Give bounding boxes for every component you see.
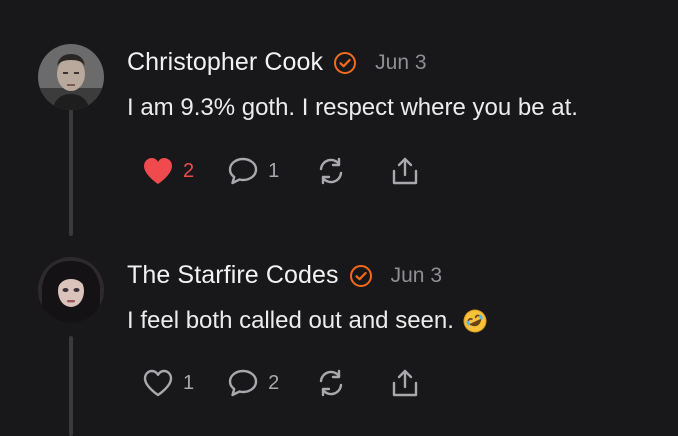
reply-count: 2 [268, 371, 280, 394]
restack-icon [315, 156, 347, 186]
heart-icon [142, 156, 174, 186]
verified-badge-icon [333, 51, 357, 75]
reply-button[interactable]: 2 [227, 368, 279, 398]
thread-line [69, 108, 73, 236]
heart-icon [142, 368, 174, 398]
verified-badge-icon [349, 264, 373, 288]
restack-button[interactable] [315, 368, 347, 398]
author-name[interactable]: Christopher Cook [127, 48, 323, 77]
like-button[interactable]: 2 [142, 156, 194, 186]
restack-button[interactable] [315, 156, 347, 186]
share-icon [389, 368, 421, 398]
comment-icon [227, 368, 259, 398]
comment-actions: 1 2 [142, 368, 421, 398]
comment-body: I feel both called out and seen. [127, 307, 454, 334]
comment-date[interactable]: Jun 3 [375, 51, 426, 75]
comment-body: I am 9.3% goth. I respect where you be a… [127, 94, 578, 121]
reply-count: 1 [268, 159, 280, 182]
author-name[interactable]: The Starfire Codes [127, 261, 339, 290]
share-button[interactable] [389, 156, 421, 186]
comment-header: Christopher Cook Jun 3 [127, 48, 427, 77]
share-button[interactable] [389, 368, 421, 398]
comment-text: I am 9.3% goth. I respect where you be a… [127, 94, 578, 122]
comment-date[interactable]: Jun 3 [391, 264, 442, 288]
avatar[interactable] [38, 257, 104, 323]
avatar[interactable] [38, 44, 104, 110]
restack-icon [315, 368, 347, 398]
share-icon [389, 156, 421, 186]
comment-header: The Starfire Codes Jun 3 [127, 261, 442, 290]
comment-actions: 2 1 [142, 156, 421, 186]
rofl-emoji-icon [462, 308, 488, 334]
like-count: 2 [183, 159, 195, 182]
thread-line [69, 336, 73, 436]
reply-button[interactable]: 1 [227, 156, 279, 186]
like-button[interactable]: 1 [142, 368, 194, 398]
like-count: 1 [183, 371, 195, 394]
comment-text: I feel both called out and seen. [127, 307, 488, 335]
comment-icon [227, 156, 259, 186]
